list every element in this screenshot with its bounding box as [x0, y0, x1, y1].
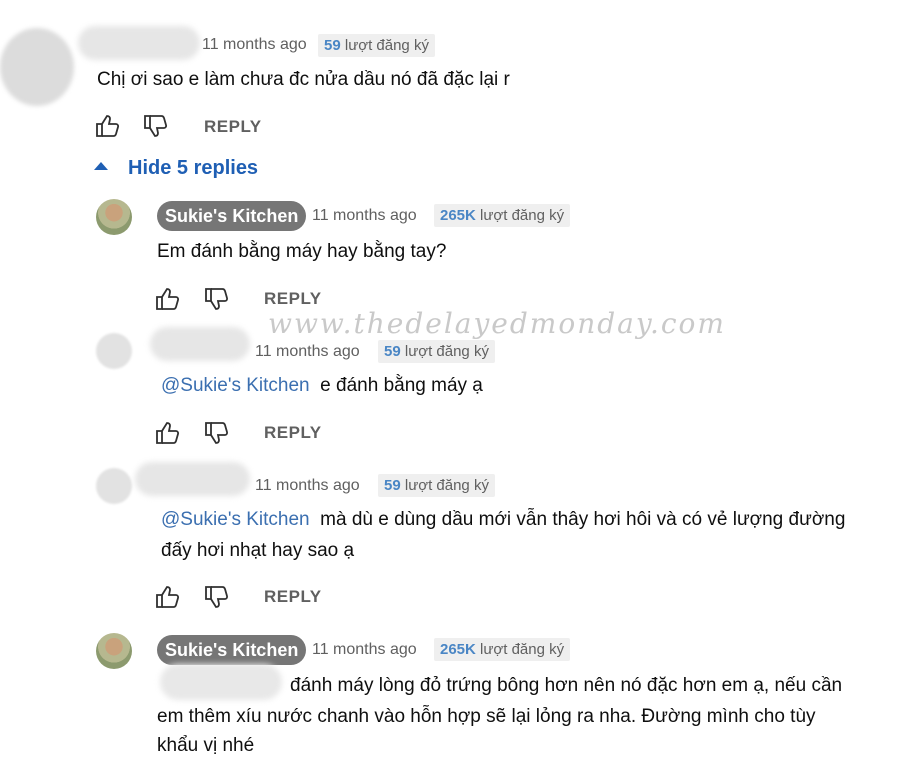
thumbs-up-icon[interactable] [155, 287, 181, 311]
thumbs-down-icon[interactable] [204, 585, 230, 609]
reply-text: khẩu vị nhé [157, 735, 255, 756]
subscriber-badge: 265K lượt đăng ký [434, 204, 571, 227]
subscriber-count: 59 [324, 37, 341, 54]
subscriber-label: lượt đăng ký [404, 343, 489, 360]
reply-text: em thêm xíu nước chanh vào hỗn hợp sẽ lạ… [157, 706, 816, 727]
commenter-name-redacted[interactable] [78, 26, 200, 60]
subscriber-label: lượt đăng ký [344, 37, 429, 54]
watermark: www.thedelayedmonday.com [268, 307, 726, 340]
subscriber-count: 265K [440, 641, 476, 658]
reply-button[interactable]: REPLY [204, 117, 262, 137]
subscriber-badge: 59 lượt đăng ký [378, 340, 495, 363]
subscriber-badge: 59 lượt đăng ký [318, 34, 435, 57]
commenter-avatar[interactable] [96, 468, 132, 504]
subscriber-label: lượt đăng ký [480, 641, 565, 658]
author-avatar[interactable] [96, 633, 132, 669]
reply-text: e đánh bằng máy ạ [320, 375, 483, 396]
reply-time[interactable]: 11 months ago [312, 641, 417, 659]
mention-link[interactable]: @Sukie's Kitchen [161, 509, 310, 530]
thumbs-up-icon[interactable] [155, 585, 181, 609]
comment-text: Chị ơi sao e làm chưa đc nửa dầu nó đã đ… [97, 69, 510, 90]
subscriber-count: 59 [384, 477, 401, 494]
thumbs-down-icon[interactable] [143, 114, 169, 138]
thumbs-up-icon[interactable] [155, 421, 181, 445]
mention-link[interactable]: @Sukie's Kitchen [161, 375, 310, 396]
reply-text: đấy hơi nhạt hay sao ạ [161, 540, 355, 561]
reply-time[interactable]: 11 months ago [255, 477, 360, 495]
caret-up-icon [94, 161, 108, 170]
reply-button[interactable]: REPLY [264, 587, 322, 607]
commenter-avatar[interactable] [0, 28, 74, 106]
subscriber-badge: 59 lượt đăng ký [378, 474, 495, 497]
reply-text-line: @Sukie's Kitchen mà dù e dùng dầu mới vẫ… [161, 504, 845, 536]
reply-text-line: @Sukie's Kitchen e đánh bằng máy ạ [161, 370, 483, 402]
hide-replies-label: Hide 5 replies [128, 157, 259, 179]
hide-replies-button[interactable]: Hide 5 replies [94, 157, 258, 180]
reply-button[interactable]: REPLY [264, 423, 322, 443]
commenter-name-redacted[interactable] [150, 327, 250, 361]
thumbs-up-icon[interactable] [95, 114, 121, 138]
author-name-chip[interactable]: Sukie's Kitchen [157, 201, 307, 231]
reply-time[interactable]: 11 months ago [312, 207, 417, 225]
subscriber-label: lượt đăng ký [480, 207, 565, 224]
author-avatar[interactable] [96, 199, 132, 235]
mention-redacted [160, 664, 282, 700]
reply-text: Em đánh bằng máy hay bằng tay? [157, 241, 447, 262]
comment-time[interactable]: 11 months ago [202, 36, 307, 54]
thumbs-down-icon[interactable] [204, 421, 230, 445]
reply-text: đánh máy lòng đỏ trứng bông hơn nên nó đ… [290, 675, 843, 696]
commenter-avatar[interactable] [96, 333, 132, 369]
subscriber-count: 265K [440, 207, 476, 224]
subscriber-badge: 265K lượt đăng ký [434, 638, 571, 661]
author-name-chip[interactable]: Sukie's Kitchen [157, 635, 307, 665]
subscriber-count: 59 [384, 343, 401, 360]
thumbs-down-icon[interactable] [204, 287, 230, 311]
reply-text: mà dù e dùng dầu mới vẫn thây hơi hôi và… [320, 509, 846, 530]
reply-time[interactable]: 11 months ago [255, 343, 360, 361]
reply-button[interactable]: REPLY [264, 289, 322, 309]
commenter-name-redacted[interactable] [135, 462, 250, 496]
subscriber-label: lượt đăng ký [404, 477, 489, 494]
